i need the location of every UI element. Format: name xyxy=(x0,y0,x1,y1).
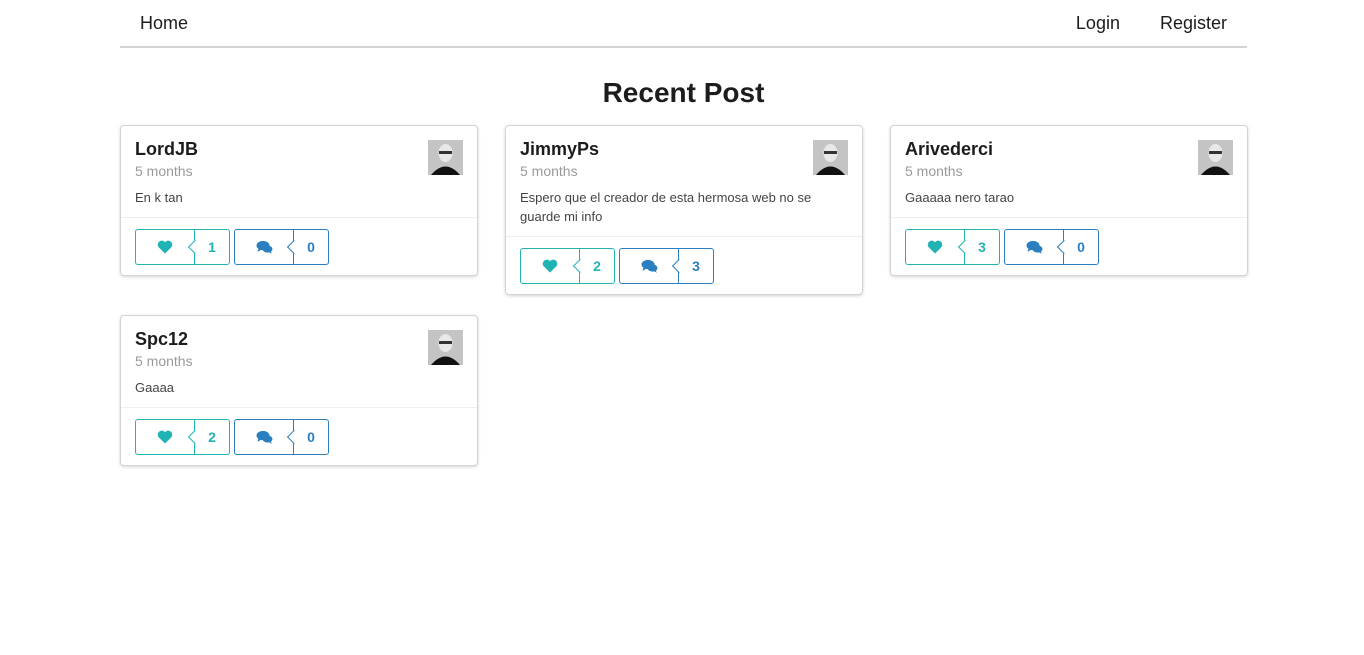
comment-button[interactable]: 0 xyxy=(234,419,329,455)
post-text: Espero que el creador de esta hermosa we… xyxy=(520,190,812,224)
nav-right-group: Login Register xyxy=(1056,0,1247,46)
comments-icon xyxy=(1005,230,1063,264)
post-author[interactable]: Spc12 xyxy=(135,328,463,350)
post-author[interactable]: Arivederci xyxy=(905,138,1233,160)
nav-home-link[interactable]: Home xyxy=(120,0,208,46)
post-actions: 2 0 xyxy=(121,407,477,465)
nav-login-link[interactable]: Login xyxy=(1056,0,1140,46)
like-count: 2 xyxy=(194,420,229,454)
post-card: JimmyPs 5 months Espero que el creador d… xyxy=(505,125,863,295)
comment-count: 0 xyxy=(1063,230,1098,264)
like-button[interactable]: 2 xyxy=(135,419,230,455)
heart-icon xyxy=(136,230,194,264)
top-navbar: Home Login Register xyxy=(120,0,1247,48)
comments-icon xyxy=(620,249,678,283)
post-actions: 3 0 xyxy=(891,217,1247,275)
like-count: 2 xyxy=(579,249,614,283)
posts-grid: LordJB 5 months En k tan 1 0 JimmyPs 5 m… xyxy=(120,125,1248,485)
post-card: Spc12 5 months Gaaaa 2 0 xyxy=(120,315,478,466)
post-time: 5 months xyxy=(135,353,193,369)
post-content: Spc12 5 months Gaaaa xyxy=(121,316,477,407)
heart-icon xyxy=(906,230,964,264)
post-time: 5 months xyxy=(905,163,963,179)
like-count: 1 xyxy=(194,230,229,264)
comment-count: 3 xyxy=(678,249,713,283)
nav-register-link[interactable]: Register xyxy=(1140,0,1247,46)
post-author[interactable]: LordJB xyxy=(135,138,463,160)
like-button[interactable]: 2 xyxy=(520,248,615,284)
post-actions: 2 3 xyxy=(506,236,862,294)
heart-icon xyxy=(521,249,579,283)
post-actions: 1 0 xyxy=(121,217,477,275)
like-button[interactable]: 3 xyxy=(905,229,1000,265)
post-content: LordJB 5 months En k tan xyxy=(121,126,477,217)
avatar xyxy=(1198,140,1233,175)
post-time: 5 months xyxy=(520,163,578,179)
post-author[interactable]: JimmyPs xyxy=(520,138,848,160)
post-content: JimmyPs 5 months Espero que el creador d… xyxy=(506,126,862,236)
comment-button[interactable]: 3 xyxy=(619,248,714,284)
heart-icon xyxy=(136,420,194,454)
comments-icon xyxy=(235,230,293,264)
post-text: En k tan xyxy=(135,190,183,205)
comments-icon xyxy=(235,420,293,454)
comment-button[interactable]: 0 xyxy=(1004,229,1099,265)
post-content: Arivederci 5 months Gaaaaa nero tarao xyxy=(891,126,1247,217)
post-time: 5 months xyxy=(135,163,193,179)
comment-count: 0 xyxy=(293,420,328,454)
avatar xyxy=(813,140,848,175)
page-title: Recent Post xyxy=(602,77,765,108)
post-card: Arivederci 5 months Gaaaaa nero tarao 3 … xyxy=(890,125,1248,276)
page-container: Home Login Register Recent Post LordJB 5… xyxy=(120,0,1248,485)
comment-button[interactable]: 0 xyxy=(234,229,329,265)
avatar xyxy=(428,140,463,175)
post-card: LordJB 5 months En k tan 1 0 xyxy=(120,125,478,276)
comment-count: 0 xyxy=(293,230,328,264)
avatar xyxy=(428,330,463,365)
post-text: Gaaaa xyxy=(135,380,175,395)
like-button[interactable]: 1 xyxy=(135,229,230,265)
like-count: 3 xyxy=(964,230,999,264)
post-text: Gaaaaa nero tarao xyxy=(905,190,1015,205)
